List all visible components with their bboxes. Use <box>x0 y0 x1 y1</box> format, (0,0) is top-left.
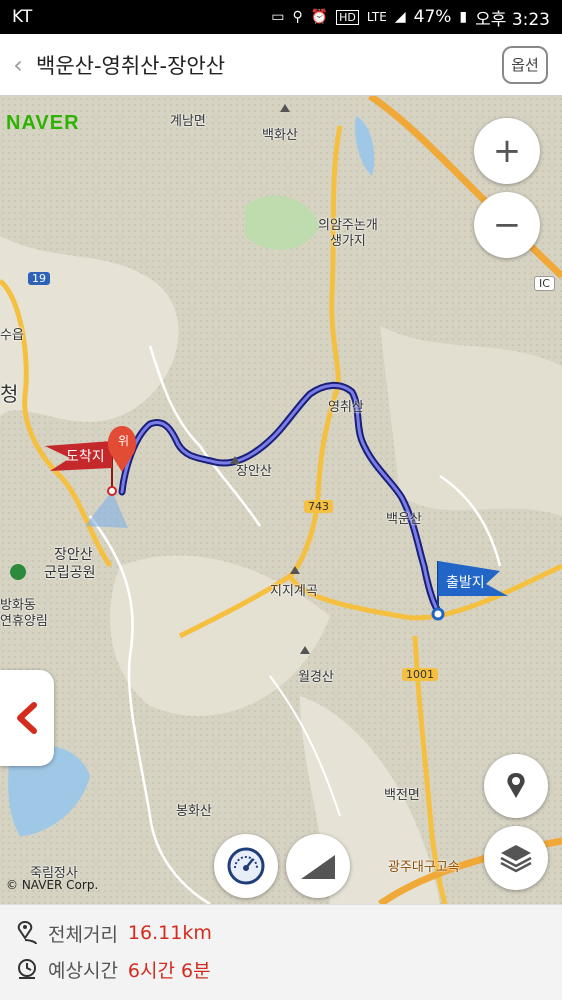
signal-icon: ◢ <box>394 9 406 25</box>
route-pin-icon <box>17 920 37 945</box>
time-label: 예상시간 <box>48 959 118 982</box>
battery-percent: 47% <box>413 7 452 27</box>
distance-label: 전체거리 <box>48 923 118 946</box>
map-label-baekjeon: 백전면 <box>384 788 420 803</box>
altitude-gauge-button[interactable] <box>214 834 278 898</box>
elevation-profile-button[interactable] <box>286 834 350 898</box>
map-view[interactable]: NAVER 계남면 백화산 의암주논개 생가지 영취산 장안산 백운산 장안산 … <box>0 96 562 904</box>
layers-icon <box>500 845 532 873</box>
alarm-icon: ⏰ <box>310 9 329 25</box>
time-row: 예상시간 6시간 6분 <box>16 951 546 987</box>
map-label-jangan-park-2: 군립공원 <box>44 565 96 581</box>
route-summary: 전체거리 16.11km 예상시간 6시간 6분 <box>0 904 562 1000</box>
back-button[interactable]: ‹ <box>0 51 36 79</box>
road-badge-1001: 1001 <box>402 668 438 681</box>
clock: 오후 3:23 <box>475 9 550 30</box>
status-bar: KT ▭ ⚲ ⏰ HD LTE ◢ 47% ▮ 오후 3:23 <box>0 0 562 34</box>
zoom-in-button[interactable]: + <box>474 118 540 184</box>
map-copyright: © NAVER Corp. <box>6 878 99 892</box>
map-label-banghwa-2: 연휴양림 <box>0 614 48 629</box>
naver-logo: NAVER <box>6 112 80 134</box>
map-label-gyenam: 계남면 <box>170 114 206 129</box>
map-label-baekhwa: 백화산 <box>262 128 298 143</box>
chevron-left-icon <box>17 702 37 734</box>
battery-icon: ▮ <box>459 9 468 25</box>
map-label-wolgyeong: 월경산 <box>298 670 334 685</box>
page-title: 백운산-영취산-장안산 <box>36 53 226 78</box>
my-location-button[interactable] <box>484 754 548 818</box>
map-label-cheong: 청 <box>0 382 19 406</box>
map-label-baekun: 백운산 <box>386 512 422 527</box>
hd-icon: HD <box>336 9 359 25</box>
map-label-jangan-park: 장안산 <box>54 547 93 563</box>
map-layers-button[interactable] <box>484 826 548 890</box>
minus-icon: − <box>492 205 522 245</box>
location-status-icon: ⚲ <box>292 9 303 25</box>
map-label-highway: 광주대구고속 <box>388 860 460 875</box>
distance-value: 16.11km <box>127 922 212 944</box>
map-label-uiam-2: 생가지 <box>330 234 366 249</box>
speedometer-icon <box>227 847 265 885</box>
map-label-jangan: 장안산 <box>236 464 272 479</box>
elevation-slope-icon <box>301 854 335 879</box>
side-panel-toggle[interactable] <box>0 670 54 766</box>
clock-icon <box>18 959 36 979</box>
road-badge-743: 743 <box>304 500 333 513</box>
cast-icon: ▭ <box>271 9 285 25</box>
zoom-out-button[interactable]: − <box>474 192 540 258</box>
plus-icon: + <box>492 131 522 171</box>
title-bar: ‹ 백운산-영취산-장안산 옵션 <box>0 34 562 96</box>
time-value: 6시간 6분 <box>127 959 211 982</box>
map-label-jiji: 지지계곡 <box>270 584 318 599</box>
arrival-flag-label: 도착지 <box>66 449 105 465</box>
options-button[interactable]: 옵션 <box>502 45 548 84</box>
lte-icon: LTE <box>366 10 387 24</box>
map-label-bonghwa: 봉화산 <box>176 804 212 819</box>
map-label-su: 수읍 <box>0 328 24 343</box>
location-pin-icon <box>507 773 525 798</box>
carrier-label: KT <box>12 7 33 27</box>
waypoint-marker-label: 위 <box>118 434 130 448</box>
ic-badge: IC <box>534 276 555 291</box>
road-badge-19: 19 <box>28 272 50 285</box>
departure-flag-label: 출발지 <box>446 575 485 591</box>
chevron-left-icon: ‹ <box>13 50 23 79</box>
distance-row: 전체거리 16.11km <box>16 915 546 951</box>
map-label-yeongchwi: 영취산 <box>328 400 364 415</box>
